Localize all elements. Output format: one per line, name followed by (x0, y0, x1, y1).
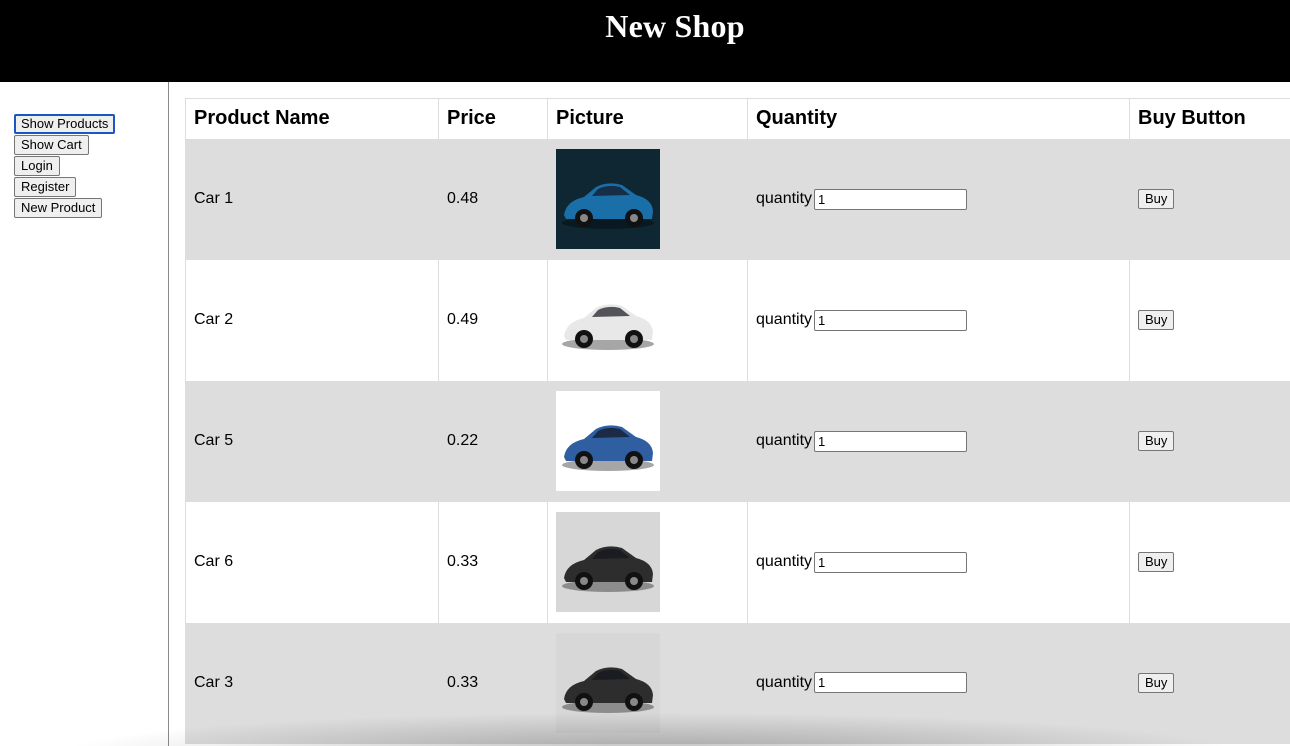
product-name-cell: Car 3 (185, 622, 439, 744)
car-image (556, 512, 660, 612)
table-row: Car 10.48 quantity Buy (185, 138, 1290, 260)
product-name-cell: Car 5 (185, 380, 439, 502)
quantity-label: quantity (756, 553, 813, 570)
product-price-cell: 0.33 (438, 622, 548, 744)
column-header-price: Price (438, 98, 548, 139)
buy-cell: Buy (1129, 501, 1290, 623)
quantity-cell: quantity (747, 138, 1130, 260)
quantity-label: quantity (756, 190, 813, 207)
product-picture-cell (547, 622, 748, 744)
table-row: Car 60.33 quantity Buy (185, 501, 1290, 623)
column-header-buy-button: Buy Button (1129, 98, 1290, 139)
product-picture-cell (547, 501, 748, 623)
car-image (556, 149, 660, 249)
nav-button-list: Show Products Show Cart Login Register N… (14, 114, 116, 219)
table-header-row: Product Name Price Picture Quantity Buy … (185, 98, 1290, 139)
show-products-button[interactable]: Show Products (14, 114, 116, 134)
table-row: Car 30.33 quantity Buy (185, 622, 1290, 744)
buy-cell: Buy (1129, 622, 1290, 744)
quantity-label: quantity (756, 432, 813, 449)
quantity-label: quantity (756, 311, 813, 328)
product-price-cell: 0.22 (438, 380, 548, 502)
page-header: New Shop (0, 0, 1290, 82)
quantity-input[interactable] (814, 551, 968, 573)
quantity-cell: quantity (747, 622, 1130, 744)
buy-button[interactable]: Buy (1138, 310, 1175, 330)
quantity-cell: quantity (747, 259, 1130, 381)
column-header-picture: Picture (547, 98, 748, 139)
car-image (556, 391, 660, 491)
quantity-label: quantity (756, 673, 813, 691)
product-name-cell: Car 2 (185, 259, 439, 381)
quantity-input[interactable] (814, 188, 968, 210)
buy-cell: Buy (1129, 380, 1290, 502)
product-picture-cell (547, 259, 748, 381)
table-row: Car 50.22 quantity Buy (185, 380, 1290, 502)
shop-title: New Shop (605, 8, 745, 44)
quantity-input[interactable] (814, 309, 968, 331)
car-image (556, 632, 660, 733)
product-price-cell: 0.33 (438, 501, 548, 623)
car-image (556, 270, 660, 370)
buy-cell: Buy (1129, 138, 1290, 260)
quantity-cell: quantity (747, 501, 1130, 623)
product-picture-cell (547, 380, 748, 502)
column-header-product-name: Product Name (185, 98, 439, 139)
quantity-input[interactable] (814, 430, 968, 452)
buy-cell: Buy (1129, 259, 1290, 381)
table-row: Car 20.49 quantity Buy (185, 259, 1290, 381)
products-panel: Product Name Price Picture Quantity Buy … (185, 98, 1290, 746)
register-button[interactable]: Register (14, 177, 77, 197)
quantity-cell: quantity (747, 380, 1130, 502)
column-header-quantity: Quantity (747, 98, 1130, 139)
products-table: Product Name Price Picture Quantity Buy … (185, 98, 1290, 744)
sidebar: Show Products Show Cart Login Register N… (0, 82, 169, 746)
buy-button[interactable]: Buy (1138, 552, 1175, 572)
new-product-button[interactable]: New Product (14, 198, 103, 218)
product-picture-cell (547, 138, 748, 260)
product-price-cell: 0.49 (438, 259, 548, 381)
login-button[interactable]: Login (14, 156, 60, 176)
show-cart-button[interactable]: Show Cart (14, 135, 89, 155)
buy-button[interactable]: Buy (1138, 431, 1175, 451)
buy-button[interactable]: Buy (1138, 189, 1175, 209)
product-name-cell: Car 6 (185, 501, 439, 623)
quantity-input[interactable] (814, 672, 968, 694)
product-name-cell: Car 1 (185, 138, 439, 260)
product-price-cell: 0.48 (438, 138, 548, 260)
buy-button[interactable]: Buy (1138, 672, 1175, 693)
